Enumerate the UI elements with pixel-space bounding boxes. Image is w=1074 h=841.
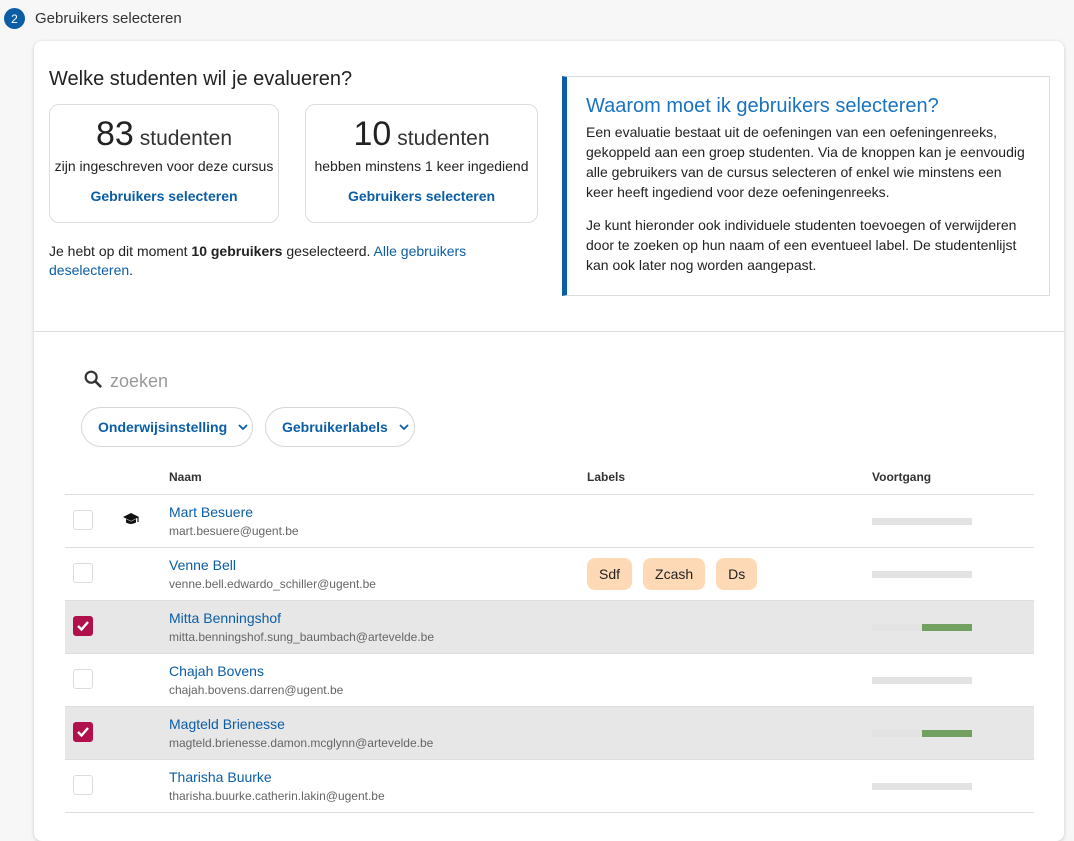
progress-bar [872,624,972,631]
progress-bar [872,783,972,790]
user-email: tharisha.buurke.catherin.lakin@ugent.be [169,789,385,803]
submitted-stat-box: 10 studenten hebben minstens 1 keer inged… [305,104,538,223]
chevron-down-icon [398,423,410,431]
enrolled-stat-box: 83 studenten zijn ingeschreven voor deze … [49,104,279,223]
table-body: Mart Besuere mart.besuere@ugent.be Venne B… [65,495,1034,813]
selection-count: 10 gebruikers [191,243,283,259]
user-labels: Sdf Zcash Ds [587,558,768,590]
label-chip: Ds [716,558,758,590]
users-table: Naam Labels Voortgang Mart Besuere mart.b… [65,463,1034,813]
select-submitted-button[interactable]: Gebruikers selecteren [306,188,537,204]
selection-end: . [129,262,134,278]
user-name-link[interactable]: Mitta Benningshof [169,610,281,626]
step-title: Gebruikers selecteren [35,10,182,27]
checkmark-icon [77,727,89,738]
user-email: mitta.benningshof.sung_baumbach@arteveld… [169,630,435,644]
info-paragraph-1: Een evaluatie bestaat uit de oefeningen … [586,124,1025,200]
column-header-labels: Labels [587,470,626,484]
user-email: chajah.bovens.darren@ugent.be [169,683,344,697]
table-row[interactable]: Chajah Bovens chajah.bovens.darren@ugent.… [65,654,1034,707]
user-name-link[interactable]: Chajah Bovens [169,663,264,679]
search-bar [82,368,412,395]
labels-filter-label: Gebruikerlabels [282,419,388,435]
selection-card: Welke studenten wil je evalueren? 83 stud… [34,41,1064,841]
user-email: mart.besuere@ugent.be [169,524,299,538]
user-email: magteld.brienesse.damon.mcglynn@arteveld… [169,736,434,750]
user-email: venne.bell.edwardo_schiller@ugent.be [169,577,376,591]
selection-summary: Je hebt op dit moment 10 gebruikers gese… [49,242,489,280]
table-row[interactable]: Tharisha Buurke tharisha.buurke.catherin.… [65,760,1034,813]
enrolled-description: zijn ingeschreven voor deze cursus [54,158,274,174]
row-checkbox[interactable] [73,722,93,742]
enrolled-count: 83 [95,115,134,153]
user-name-link[interactable]: Magteld Brienesse [169,716,285,732]
graduation-cap-icon [122,512,140,531]
user-name-link[interactable]: Venne Bell [169,557,236,573]
row-checkbox[interactable] [73,510,93,530]
progress-bar [872,571,972,578]
step-indicator: 2 Gebruikers selecteren [4,8,182,29]
table-row[interactable]: Mitta Benningshof mitta.benningshof.sung_… [65,601,1034,654]
search-icon [82,368,104,395]
row-checkbox[interactable] [73,563,93,583]
label-chip: Sdf [587,558,633,590]
progress-bar-fill [922,624,972,631]
user-name-link[interactable]: Tharisha Buurke [169,769,272,785]
progress-bar [872,730,972,737]
progress-bar [872,518,972,525]
selection-suffix: geselecteerd. [282,243,374,259]
progress-bar-fill [922,730,972,737]
column-header-name[interactable]: Naam [169,470,202,484]
user-name-link[interactable]: Mart Besuere [169,504,253,520]
label-chip: Zcash [643,558,706,590]
table-row[interactable]: Venne Bell venne.bell.edwardo_schiller@ug… [65,548,1034,601]
question-heading: Welke studenten wil je evalueren? [49,68,353,90]
search-input[interactable] [108,370,412,393]
step-number: 2 [4,8,25,29]
table-row[interactable]: Magteld Brienesse magteld.brienesse.damon… [65,707,1034,760]
institution-filter-label: Onderwijsinstelling [98,419,228,435]
row-checkbox[interactable] [73,616,93,636]
table-row[interactable]: Mart Besuere mart.besuere@ugent.be [65,495,1034,548]
progress-bar [872,677,972,684]
chevron-down-icon [237,423,249,431]
labels-filter-button[interactable]: Gebruikerlabels [265,407,415,447]
selection-prefix: Je hebt op dit moment [49,243,192,259]
column-header-progress: Voortgang [872,470,932,484]
select-enrolled-button[interactable]: Gebruikers selecteren [50,188,278,204]
table-header: Naam Labels Voortgang [65,463,1034,495]
submitted-description: hebben minstens 1 keer ingediend [314,158,529,174]
enrolled-unit: studenten [139,127,233,150]
row-checkbox[interactable] [73,669,93,689]
checkmark-icon [77,621,89,632]
info-panel: Waarom moet ik gebruikers selecteren? Ee… [562,76,1050,296]
submitted-unit: studenten [397,127,490,150]
divider [34,331,1064,332]
institution-filter-button[interactable]: Onderwijsinstelling [81,407,253,447]
row-checkbox[interactable] [73,775,93,795]
info-title: Waarom moet ik gebruikers selecteren? [586,95,939,117]
info-paragraph-2: Je kunt hieronder ook individuele studen… [586,217,1017,273]
submitted-count: 10 [353,115,392,153]
